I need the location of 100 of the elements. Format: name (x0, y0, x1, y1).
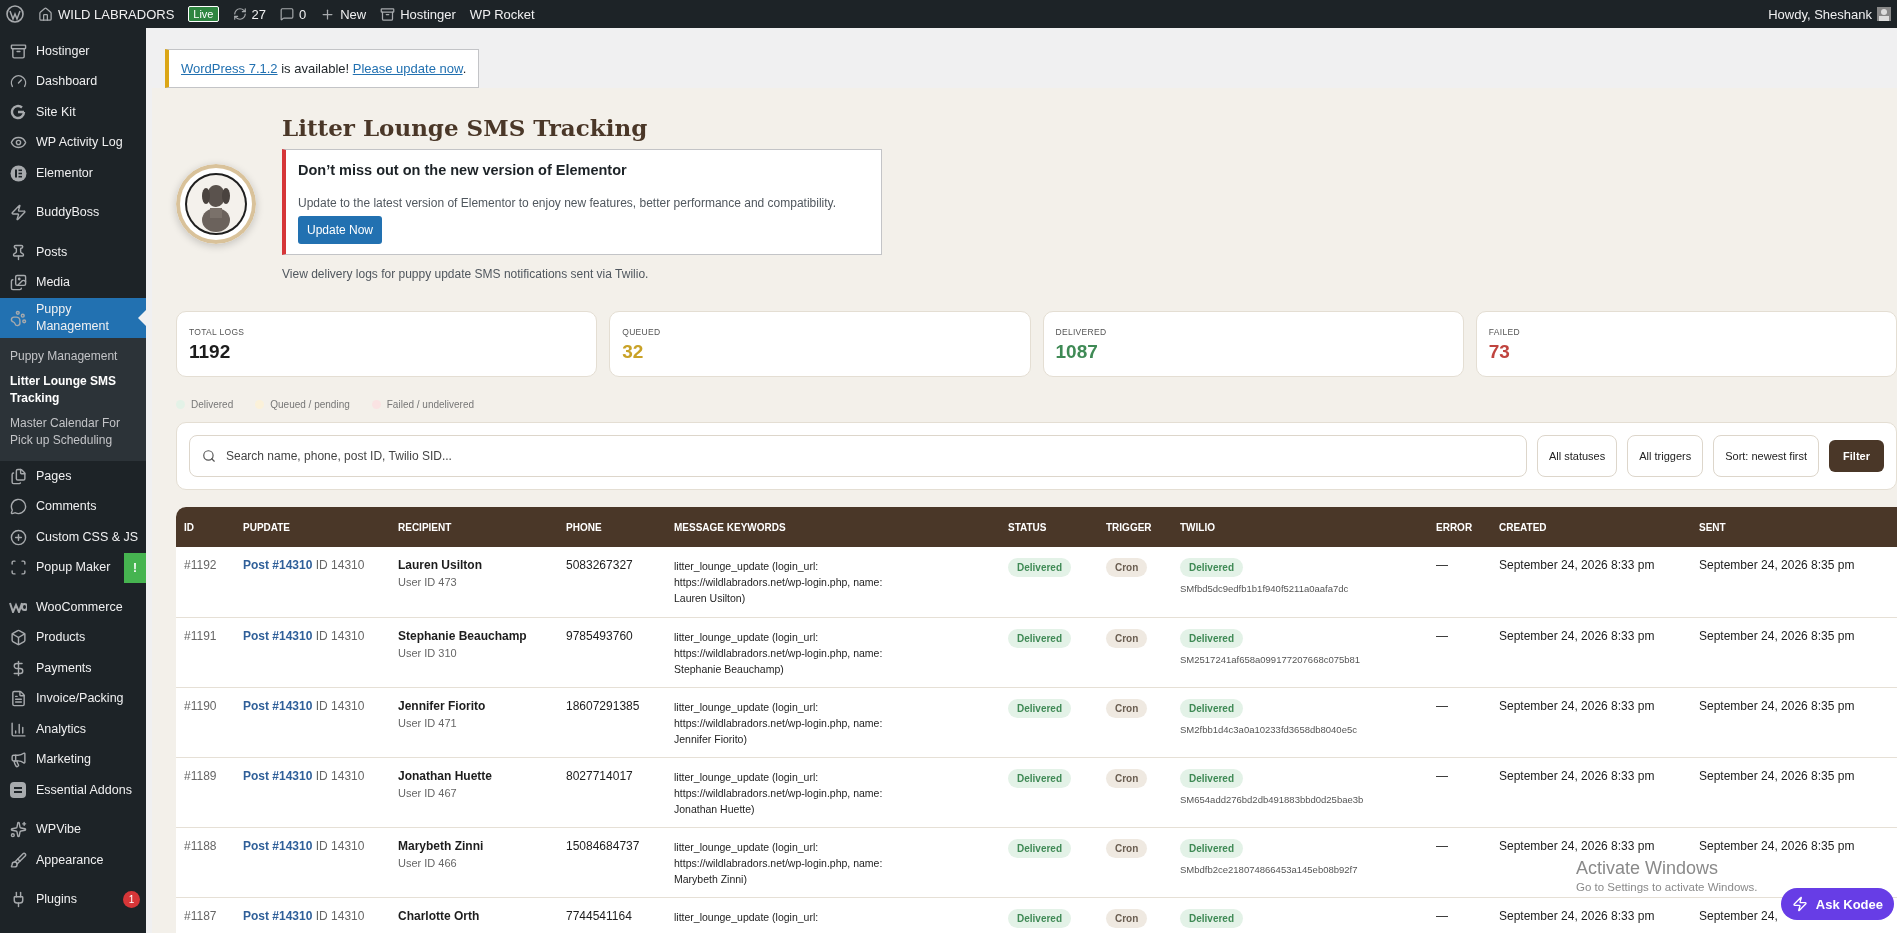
sent-time: September 24, 2026 8:35 pm (1699, 838, 1855, 853)
post-link[interactable]: Post #14310 (243, 628, 313, 643)
column-header: TRIGGER (1098, 507, 1172, 547)
page-title: Litter Lounge SMS Tracking (282, 114, 649, 141)
count-badge: 1 (123, 891, 140, 909)
filter-button[interactable]: Filter (1829, 440, 1884, 472)
version-link[interactable]: WordPress 7.1.2 (181, 61, 278, 76)
post-id: ID 14310 (315, 558, 365, 572)
site-link[interactable]: WILD LABRADORS (38, 6, 175, 22)
plus-icon (320, 6, 336, 22)
recipient-name: Charlotte Orth (398, 908, 481, 923)
post-id: ID 14310 (315, 698, 365, 713)
sidebar-item[interactable]: Comments (0, 491, 146, 522)
twilio-status-pill: Delivered (1180, 908, 1244, 928)
sidebar-item[interactable]: WooCommerce (0, 592, 146, 623)
stat-value: 73 (1488, 341, 1511, 363)
comment-icon (279, 7, 294, 21)
update-now-button[interactable]: Update Now (298, 216, 383, 244)
post-link[interactable]: Post #14310 (243, 698, 313, 713)
message-keywords: litter_lounge_update (login_url: https://wildlabradors.net/wp-login.php, name: Jonathan Huette) (674, 769, 884, 817)
log-id: #1190 (184, 698, 217, 713)
sidebar-item[interactable]: Analytics (0, 714, 146, 745)
sidebar-item[interactable]: Dashboard (0, 66, 146, 97)
update-link[interactable]: Please update now (352, 61, 463, 76)
trigger-pill: Cron (1106, 838, 1148, 858)
recipient-name: Jennifer Fiorito (398, 698, 487, 713)
sidebar-item[interactable]: Hostinger (0, 36, 146, 67)
sidebar-item[interactable]: Plugins 1 (0, 884, 146, 915)
sidebar-item[interactable]: Products (0, 622, 146, 653)
new-link[interactable]: New (320, 6, 367, 22)
post-link[interactable]: Post #14310 (243, 838, 313, 853)
status-select[interactable]: All statuses (1536, 435, 1618, 477)
sidebar-item[interactable]: WP Activity Log (0, 127, 146, 158)
alert-badge: ! (124, 552, 146, 583)
comments-link[interactable]: 0 (279, 6, 307, 22)
post-link[interactable]: Post #14310 (243, 768, 313, 783)
post-link[interactable]: Post #14310 (243, 908, 313, 923)
submenu-item[interactable]: Puppy Management (0, 344, 146, 369)
trigger-select[interactable]: All triggers (1627, 435, 1704, 477)
message-keywords: litter_lounge_update (login_url: (674, 909, 820, 925)
home-icon (38, 6, 53, 22)
log-id: #1189 (184, 768, 217, 783)
user-id: User ID 473 (398, 576, 458, 588)
sidebar-item[interactable]: Marketing (0, 744, 146, 775)
post-link[interactable]: Post #14310 (243, 558, 313, 572)
error-text: — (1436, 768, 1448, 783)
message-keywords: litter_lounge_update (login_url: https://wildlabradors.net/wp-login.php, name: Marybeth Zinni) (674, 839, 884, 887)
status-pill: Delivered (1008, 908, 1072, 928)
status-pill: Delivered (1008, 698, 1072, 718)
sidebar-item[interactable]: BuddyBoss (0, 197, 146, 228)
recipient-name: Stephanie Beauchamp (398, 628, 528, 643)
hostinger-link[interactable]: Hostinger (380, 6, 456, 22)
sidebar-item[interactable]: WPVibe (0, 814, 146, 845)
sidebar-item[interactable]: Pages (0, 461, 146, 492)
legend-label: Delivered (191, 399, 234, 410)
account-menu[interactable]: Howdy, Sheshank (1768, 6, 1891, 22)
twilio-sid: SMbdfb2ce218074866453a145eb08b92f7 (1180, 863, 1359, 875)
wordpress-logo[interactable] (6, 5, 24, 23)
submenu-item[interactable]: Master Calendar For Pick up Scheduling (0, 411, 146, 453)
sidebar-item[interactable]: Appearance (0, 845, 146, 876)
sidebar-item[interactable]: Custom CSS & JS (0, 522, 146, 553)
wp-rocket-link[interactable]: WP Rocket (469, 6, 535, 22)
sidebar-item[interactable]: Essential Addons (0, 775, 146, 806)
error-text: — (1436, 838, 1448, 853)
activation-title: Activate Windows (1576, 858, 1719, 879)
paw-icon (8, 309, 28, 327)
sidebar-item[interactable]: Posts (0, 237, 146, 268)
sidebar-item[interactable]: Invoice/Packing (0, 683, 146, 714)
sidebar-item[interactable]: Media (0, 267, 146, 298)
submenu-item[interactable]: Litter Lounge SMS Tracking (0, 369, 146, 411)
message-keywords: litter_lounge_update (login_url: https://wildlabradors.net/wp-login.php, name: Lauren Usilton) (674, 559, 884, 606)
notice-text: Update to the latest version of Elementor to enjoy new features, better performance and compatibility. (298, 196, 837, 210)
created-time: September 24, 2026 8:33 pm (1499, 908, 1655, 923)
sidebar-item[interactable]: Puppy Management (0, 298, 146, 338)
twilio-status-pill: Delivered (1180, 558, 1244, 577)
twilio-status-pill: Delivered (1180, 628, 1244, 648)
updates-link[interactable]: 27 (232, 6, 266, 22)
sidebar-item[interactable]: Payments (0, 653, 146, 684)
twilio-sid: SM654add276bd2db491883bbd0d25bae3b (1180, 793, 1365, 805)
phone-number: 15084684737 (566, 838, 640, 853)
status-pill: Delivered (1008, 628, 1072, 648)
notice-text: is available! (280, 61, 351, 76)
megaphone-icon (8, 751, 28, 769)
ask-kodee-button[interactable]: Ask Kodee (1780, 888, 1894, 920)
twilio-status-pill: Delivered (1180, 838, 1244, 858)
sidebar-item[interactable]: Site Kit (0, 97, 146, 128)
twilio-sid: SM2fbb1d4c3a0a10233fd3658db8040e5c (1180, 723, 1358, 735)
pages-icon (8, 467, 28, 485)
sort-select[interactable]: Sort: newest first (1713, 435, 1820, 477)
phone-number: 18607291385 (566, 698, 640, 713)
column-header: TWILIO (1172, 507, 1428, 547)
stat-label: FAILED (1488, 327, 1521, 337)
column-header: ID (176, 507, 235, 547)
created-time: September 24, 2026 8:33 pm (1499, 698, 1655, 713)
sidebar-item[interactable]: Elementor (0, 158, 146, 189)
sidebar-item[interactable]: Popup Maker ! (0, 552, 146, 583)
search-field[interactable]: Search name, phone, post ID, Twilio SID... (189, 435, 1527, 477)
stat-value: 32 (622, 341, 645, 363)
woo-logo-icon (8, 601, 28, 614)
comment-icon (8, 498, 28, 516)
